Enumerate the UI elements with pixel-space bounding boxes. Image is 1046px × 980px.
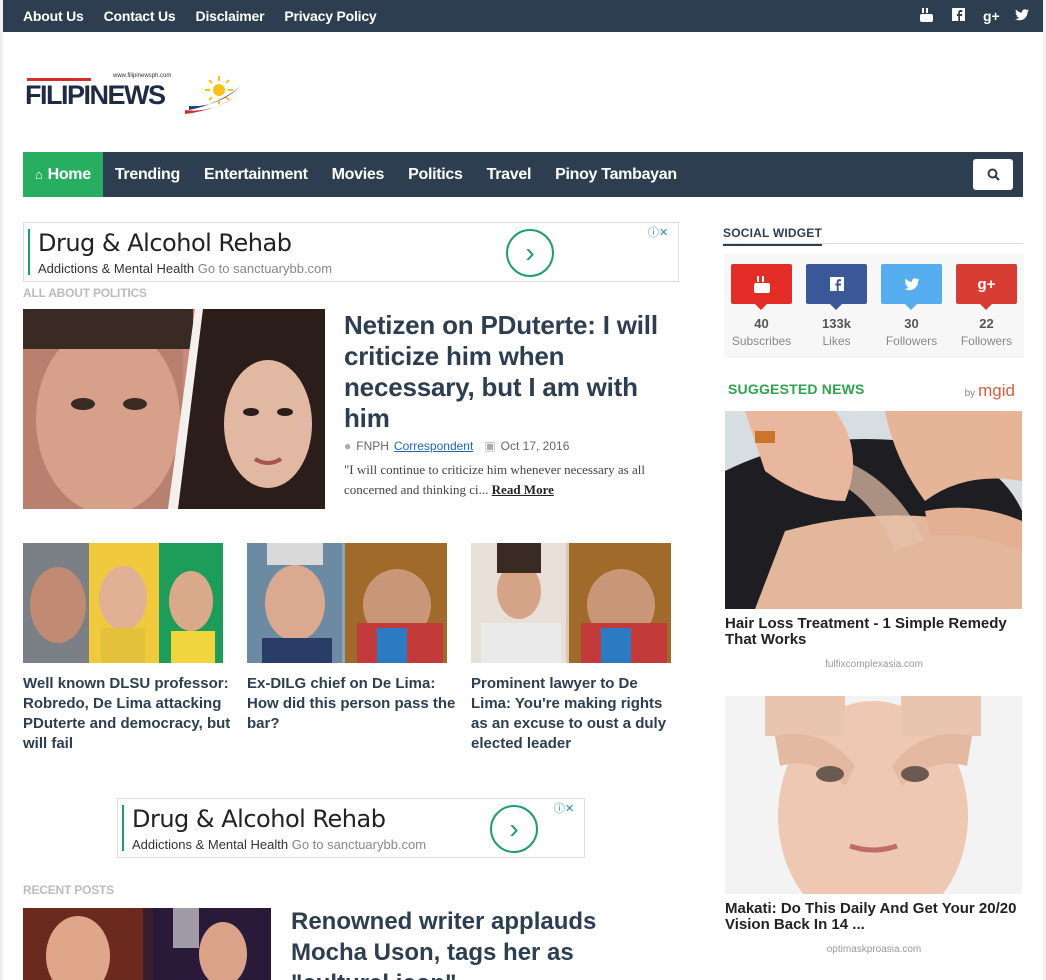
suggested-image-2[interactable] <box>725 696 1022 894</box>
nav-trending[interactable]: Trending <box>103 152 192 197</box>
suggested-source-2[interactable]: optimaskproasia.com <box>725 944 1023 955</box>
ad-subtitle: Addictions & Mental Health Go to sanctua… <box>38 261 333 276</box>
feature-excerpt: "I will continue to criticize him whenev… <box>344 462 645 497</box>
nav-home-label: Home <box>47 165 92 183</box>
privacy-policy-link[interactable]: Privacy Policy <box>284 8 376 24</box>
feature-image[interactable] <box>23 309 325 509</box>
social-label: Followers <box>960 334 1013 348</box>
facebook-icon[interactable] <box>806 264 867 310</box>
nav-pinoy-tambayan[interactable]: Pinoy Tambayan <box>543 152 689 197</box>
youtube-icon[interactable] <box>919 7 933 25</box>
section-heading-recent: RECENT POSTS <box>23 883 114 897</box>
social-label: Likes <box>822 334 851 348</box>
google-plus-icon[interactable]: g+ <box>983 8 1000 24</box>
social-widget-heading: SOCIAL WIDGET <box>723 224 1023 246</box>
nav-home[interactable]: ⌂ Home <box>23 152 103 197</box>
calendar-icon: ▣ <box>484 439 496 453</box>
card-image-3[interactable] <box>471 543 671 663</box>
google-plus-icon[interactable]: g+ <box>956 264 1017 310</box>
card-title-2[interactable]: Ex-DILG chief on De Lima: How did this p… <box>247 674 457 734</box>
ad-arrow-icon[interactable]: › <box>490 805 538 853</box>
logo-url: www.filipinewsph.com <box>113 73 172 79</box>
mgid-logo[interactable]: by mgid <box>965 381 1015 401</box>
ad-accent-bar <box>28 229 30 275</box>
contact-us-link[interactable]: Contact Us <box>104 8 176 24</box>
social-count: 40 <box>754 316 769 331</box>
nav-entertainment[interactable]: Entertainment <box>192 152 320 197</box>
ad-title: Drug & Alcohol Rehab <box>132 805 386 833</box>
recent-post-title[interactable]: Renowned writer applauds Mocha Uson, tag… <box>291 906 651 980</box>
facebook-icon[interactable] <box>951 8 965 24</box>
page: About Us Contact Us Disclaimer Privacy P… <box>3 0 1043 980</box>
youtube-icon[interactable] <box>731 264 792 310</box>
read-more-link[interactable]: Read More <box>492 482 554 497</box>
twitter-icon[interactable] <box>881 264 942 310</box>
suggested-image-1[interactable] <box>725 411 1022 609</box>
about-us-link[interactable]: About Us <box>23 8 84 24</box>
feature-author-link[interactable]: Correspondent <box>394 439 473 453</box>
suggested-title-2[interactable]: Makati: Do This Daily And Get Your 20/20… <box>725 901 1023 933</box>
logo-wordmark: FILIPINEWS <box>25 80 166 110</box>
ad-title: Drug & Alcohol Rehab <box>38 229 292 257</box>
top-bar: About Us Contact Us Disclaimer Privacy P… <box>3 0 1043 32</box>
social-youtube[interactable]: 40 Subscribes <box>731 264 792 348</box>
feature-date: Oct 17, 2016 <box>500 439 570 453</box>
social-count: 22 <box>979 316 994 331</box>
site-logo[interactable]: www.filipinewsph.com FILIPINEWS <box>25 70 247 118</box>
nav-movies[interactable]: Movies <box>320 152 396 197</box>
logo-flag-sun-icon <box>185 76 245 114</box>
ad-banner-middle[interactable]: Drug & Alcohol Rehab Addictions & Mental… <box>117 798 585 858</box>
main-nav: ⌂ Home Trending Entertainment Movies Pol… <box>23 152 1023 197</box>
card-image-2[interactable] <box>247 543 447 663</box>
top-social-icons: g+ <box>919 0 1029 32</box>
social-count: 30 <box>904 316 919 331</box>
social-twitter[interactable]: 30 Followers <box>881 264 942 348</box>
nav-politics[interactable]: Politics <box>396 152 475 197</box>
section-heading-politics: ALL ABOUT POLITICS <box>23 286 147 300</box>
author-icon: ● <box>344 439 352 453</box>
nav-travel[interactable]: Travel <box>475 152 543 197</box>
search-icon <box>987 168 1000 181</box>
social-google-plus[interactable]: g+ 22 Followers <box>956 264 1017 348</box>
ad-subtitle: Addictions & Mental Health Go to sanctua… <box>132 837 427 852</box>
card-image-1[interactable] <box>23 543 223 663</box>
home-icon: ⌂ <box>35 167 43 182</box>
feature-author: FNPH <box>356 439 389 453</box>
search-button[interactable] <box>973 159 1013 190</box>
social-label: Subscribes <box>731 334 792 348</box>
twitter-icon[interactable] <box>1015 8 1029 24</box>
social-facebook[interactable]: 133k Likes <box>806 264 867 348</box>
feature-title[interactable]: Netizen on PDuterte: I will criticize hi… <box>344 310 684 434</box>
top-nav: About Us Contact Us Disclaimer Privacy P… <box>23 0 377 32</box>
disclaimer-link[interactable]: Disclaimer <box>196 8 265 24</box>
card-title-3[interactable]: Prominent lawyer to De Lima: You're maki… <box>471 674 681 754</box>
suggested-news-heading: SUGGESTED NEWS <box>728 381 865 397</box>
ad-arrow-icon[interactable]: › <box>506 229 554 277</box>
feature-meta: ● FNPH Correspondent ▣ Oct 17, 2016 <box>344 439 569 453</box>
social-label: Followers <box>885 334 938 348</box>
suggested-source-1[interactable]: fulfixcomplexasia.com <box>725 659 1023 670</box>
ad-accent-bar <box>122 805 124 851</box>
card-title-1[interactable]: Well known DLSU professor: Robredo, De L… <box>23 674 233 754</box>
social-count: 133k <box>822 316 851 331</box>
suggested-title-1[interactable]: Hair Loss Treatment - 1 Simple Remedy Th… <box>725 616 1023 648</box>
ad-banner-top[interactable]: Drug & Alcohol Rehab Addictions & Mental… <box>23 222 679 282</box>
recent-post-image[interactable] <box>23 908 271 980</box>
ad-choices-icon[interactable]: ⓘ✕ <box>554 800 574 816</box>
ad-choices-icon[interactable]: ⓘ✕ <box>648 224 668 240</box>
